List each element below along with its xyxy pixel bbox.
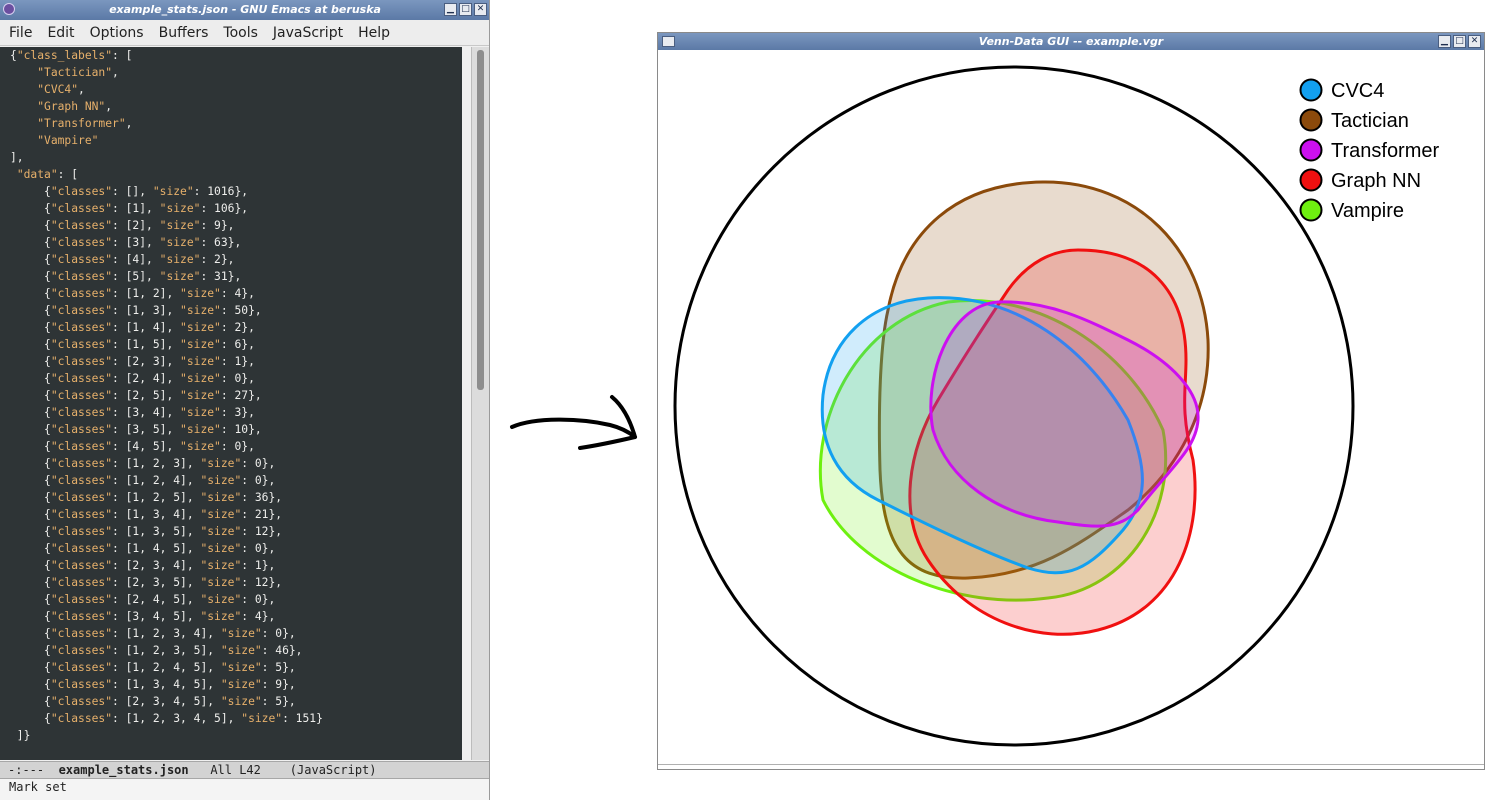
menu-options[interactable]: Options xyxy=(90,25,144,41)
menu-edit[interactable]: Edit xyxy=(47,25,74,41)
emacs-app-icon[interactable] xyxy=(3,3,15,15)
modeline-position: All L42 xyxy=(210,763,261,777)
venn-window-title: Venn-Data GUI -- example.vgr xyxy=(978,35,1164,48)
venn-titlebar[interactable]: Venn-Data GUI -- example.vgr ▁ □ ✕ xyxy=(658,33,1484,50)
modeline-status: -:--- xyxy=(8,763,45,777)
emacs-window-title: example_stats.json - GNU Emacs at berusk… xyxy=(109,3,381,16)
legend-item-graph-nn[interactable]: Graph NN xyxy=(1299,168,1422,193)
legend-item-transformer[interactable]: Transformer xyxy=(1299,138,1440,163)
vertical-scrollbar[interactable] xyxy=(471,47,489,760)
legend-label-vampire: Vampire xyxy=(1331,200,1404,222)
json-source-text[interactable]: {"class_labels": [ "Tactician", "CVC4", … xyxy=(0,47,462,744)
modeline-buffer-name: example_stats.json xyxy=(58,763,189,777)
venn-status-strip xyxy=(658,764,1484,769)
menubar: File Edit Options Buffers Tools JavaScri… xyxy=(0,20,489,46)
menu-javascript[interactable]: JavaScript xyxy=(273,25,343,41)
mode-line: -:--- example_stats.json All L42 (JavaSc… xyxy=(0,761,489,779)
legend-swatch-tactician xyxy=(1299,108,1323,132)
venn-window: Venn-Data GUI -- example.vgr ▁ □ ✕ CVC4 xyxy=(657,32,1485,770)
emacs-window: example_stats.json - GNU Emacs at berusk… xyxy=(0,0,490,800)
scrollbar-thumb[interactable] xyxy=(477,50,484,390)
menu-tools[interactable]: Tools xyxy=(223,25,258,41)
maximize-button[interactable]: □ xyxy=(459,3,472,16)
editor-buffer[interactable]: {"class_labels": [ "Tactician", "CVC4", … xyxy=(0,47,462,760)
close-button[interactable]: ✕ xyxy=(474,3,487,16)
window-menu-icon[interactable] xyxy=(662,36,675,47)
close-button[interactable]: ✕ xyxy=(1468,35,1481,48)
menu-help[interactable]: Help xyxy=(358,25,390,41)
legend-item-cvc4[interactable]: CVC4 xyxy=(1299,78,1385,103)
minimize-button[interactable]: ▁ xyxy=(444,3,457,16)
legend-label-tactician: Tactician xyxy=(1331,110,1409,132)
venn-diagram[interactable]: CVC4 Tactician Transformer Graph NN Vamp… xyxy=(658,50,1484,762)
maximize-button[interactable]: □ xyxy=(1453,35,1466,48)
legend-item-vampire[interactable]: Vampire xyxy=(1299,198,1405,223)
legend-label-cvc4: CVC4 xyxy=(1331,80,1384,102)
legend-swatch-transformer xyxy=(1299,138,1323,162)
legend-label-transformer: Transformer xyxy=(1331,140,1440,162)
minimize-button[interactable]: ▁ xyxy=(1438,35,1451,48)
minibuffer[interactable]: Mark set xyxy=(0,779,489,800)
legend-swatch-cvc4 xyxy=(1299,78,1323,102)
menu-file[interactable]: File xyxy=(9,25,32,41)
modeline-mode: (JavaScript) xyxy=(289,763,377,777)
arrow-icon xyxy=(510,395,637,450)
legend-swatch-graph-nn xyxy=(1299,168,1323,192)
emacs-titlebar[interactable]: example_stats.json - GNU Emacs at berusk… xyxy=(0,0,489,20)
menu-buffers[interactable]: Buffers xyxy=(159,25,209,41)
legend-label-graph-nn: Graph NN xyxy=(1331,170,1421,192)
legend-item-tactician[interactable]: Tactician xyxy=(1299,108,1409,133)
legend-swatch-vampire xyxy=(1299,198,1323,222)
legend: CVC4 Tactician Transformer Graph NN Vamp… xyxy=(1299,78,1440,223)
